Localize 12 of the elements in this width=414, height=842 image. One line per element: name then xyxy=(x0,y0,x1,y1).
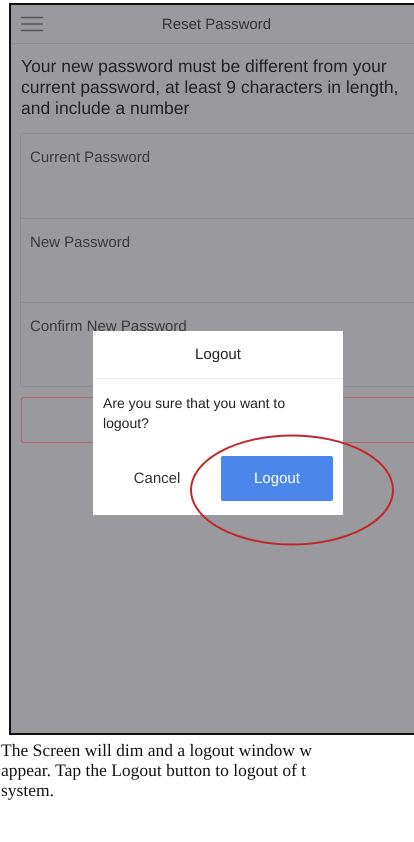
header-title: Reset Password xyxy=(162,16,272,32)
dialog-message: Are you sure that you want to logout? xyxy=(103,394,286,433)
caption-line: system. xyxy=(1,780,54,800)
instructions-text: Your new password must be different from your current password, at least 9 characters in length, and include a number xyxy=(21,56,399,119)
cancel-button[interactable]: Cancel xyxy=(107,470,207,487)
caption-line: The Screen will dim and a logout window w xyxy=(1,740,312,760)
password-field[interactable]: New Password xyxy=(21,218,414,302)
password-field[interactable]: Current Password xyxy=(21,134,414,218)
caption-line: appear. Tap the Logout button to logout of t xyxy=(1,760,306,780)
logout-button[interactable]: Logout xyxy=(221,456,333,501)
menu-icon[interactable] xyxy=(21,16,43,32)
dialog-title: Logout xyxy=(93,331,343,379)
